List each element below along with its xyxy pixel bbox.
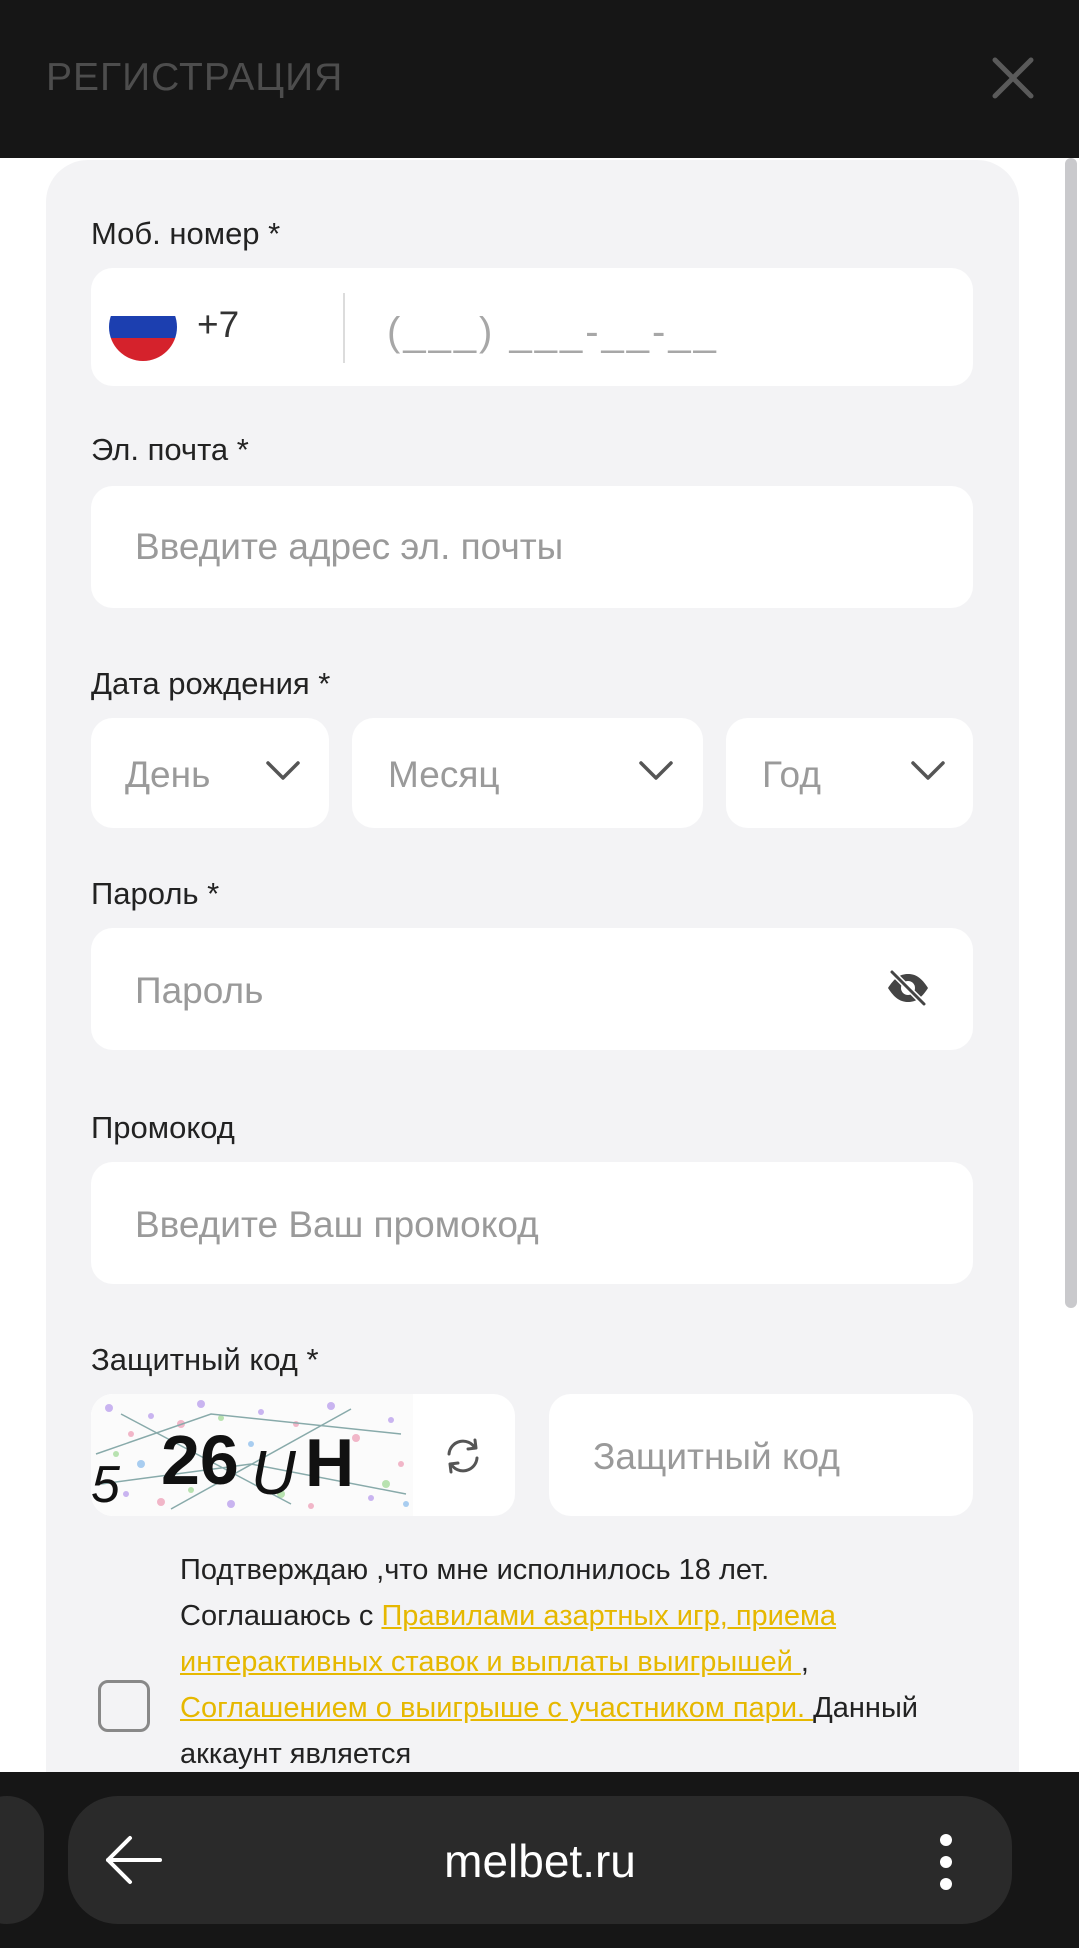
- eye-off-icon[interactable]: [885, 968, 931, 1008]
- captcha-label: Защитный код *: [91, 1342, 319, 1377]
- promo-label: Промокод: [91, 1110, 235, 1145]
- email-field[interactable]: Введите адрес эл. почты: [91, 486, 973, 608]
- chevron-down-icon: [639, 761, 673, 780]
- winnings-agreement-link[interactable]: Соглашением о выигрыше с участником пари…: [180, 1692, 813, 1724]
- svg-text:5: 5: [91, 1456, 121, 1514]
- captcha-placeholder: Защитный код: [593, 1436, 840, 1477]
- agree-checkbox[interactable]: [98, 1680, 150, 1732]
- svg-text:H: H: [305, 1425, 354, 1501]
- month-select[interactable]: Месяц: [352, 718, 703, 828]
- agreement-line-age: Подтверждаю ,что мне исполнилось 18 лет.: [180, 1554, 770, 1586]
- captcha-input[interactable]: Защитный код: [549, 1394, 973, 1516]
- page-title: РЕГИСТРАЦИЯ: [46, 56, 344, 99]
- year-select-value: Год: [762, 754, 821, 795]
- phone-label: Моб. номер *: [91, 216, 281, 251]
- password-label: Пароль *: [91, 876, 220, 911]
- close-icon[interactable]: [991, 56, 1035, 100]
- promo-placeholder: Введите Ваш промокод: [135, 1204, 539, 1245]
- phone-divider: [343, 293, 345, 363]
- more-options-icon[interactable]: [938, 1832, 954, 1892]
- year-select[interactable]: Год: [726, 718, 973, 828]
- previous-tab[interactable]: [0, 1796, 44, 1924]
- birthdate-label: Дата рождения *: [91, 666, 331, 701]
- password-field[interactable]: Пароль: [91, 928, 973, 1050]
- refresh-icon[interactable]: [443, 1436, 483, 1476]
- chevron-down-icon: [911, 761, 945, 780]
- country-code[interactable]: +7: [197, 304, 239, 346]
- phone-field[interactable]: +7 (___) ___-__-__: [91, 268, 973, 386]
- agreement-line-rules: Соглашаюсь с Правилами азартных игр, при…: [180, 1593, 940, 1777]
- captcha-image: 5 26 U H: [91, 1394, 413, 1516]
- svg-text:U: U: [251, 1439, 297, 1508]
- scrollbar[interactable]: [1065, 158, 1077, 1308]
- modal-header: РЕГИСТРАЦИЯ: [0, 0, 1079, 158]
- browser-toolbar: melbet.ru: [0, 1772, 1079, 1948]
- captcha-box: 5 26 U H: [91, 1394, 515, 1516]
- url-bar[interactable]: melbet.ru: [68, 1796, 1012, 1924]
- chevron-down-icon: [266, 761, 300, 780]
- agreement-text: Подтверждаю ,что мне исполнилось 18 лет.…: [180, 1547, 940, 1777]
- password-placeholder: Пароль: [135, 970, 264, 1011]
- day-select-value: День: [125, 754, 211, 795]
- svg-text:26: 26: [161, 1421, 239, 1499]
- russia-flag-icon[interactable]: [109, 293, 177, 361]
- email-label: Эл. почта *: [91, 432, 249, 467]
- email-placeholder: Введите адрес эл. почты: [135, 526, 564, 567]
- url-text[interactable]: melbet.ru: [68, 1834, 1012, 1888]
- agreement-separator: ,: [800, 1646, 809, 1678]
- promo-field[interactable]: Введите Ваш промокод: [91, 1162, 973, 1284]
- month-select-value: Месяц: [388, 754, 500, 795]
- day-select[interactable]: День: [91, 718, 329, 828]
- agreement-prefix: Соглашаюсь с: [180, 1600, 382, 1632]
- phone-input[interactable]: (___) ___-__-__: [387, 310, 719, 355]
